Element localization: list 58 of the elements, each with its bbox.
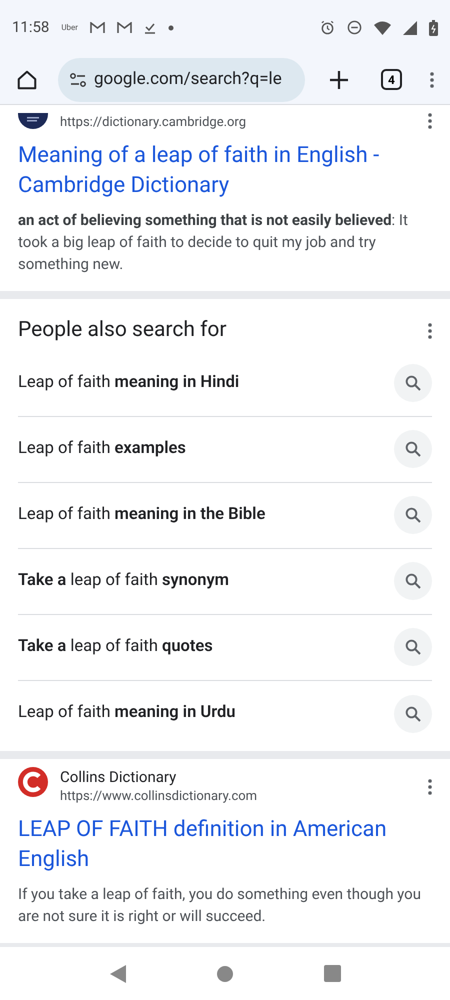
more-options-icon[interactable] — [428, 113, 432, 129]
search-button[interactable] — [394, 364, 432, 402]
back-icon[interactable] — [110, 964, 126, 982]
more-options-icon[interactable] — [428, 322, 432, 339]
section-heading: People also search for — [18, 317, 227, 344]
related-search-text: Take a leap of faith quotes — [18, 636, 213, 658]
url-text: google.com/search?q=le — [94, 68, 282, 91]
alarm-icon — [320, 20, 335, 35]
related-search-item[interactable]: Leap of faith examples — [18, 416, 432, 482]
result-title-link[interactable]: Meaning of a leap of faith in English - Cambridge Dictionary — [18, 141, 432, 201]
search-button[interactable] — [394, 628, 432, 666]
search-icon — [405, 573, 421, 589]
wifi-icon — [374, 20, 391, 34]
result-snippet: an act of believing something that is not easily believed: It took a big leap of faith to decide to quit my job and try something new. — [18, 210, 409, 275]
site-settings-icon[interactable] — [70, 72, 86, 86]
notification-text: Uber — [61, 22, 78, 34]
address-bar[interactable]: google.com/search?q=le — [58, 58, 305, 102]
home-icon[interactable] — [16, 68, 38, 90]
site-url: https://www.collinsdictionary.com — [60, 788, 258, 806]
site-name: Collins Dictionary — [60, 766, 178, 786]
related-search-text: Leap of faith meaning in Hindi — [18, 372, 240, 394]
home-button-icon[interactable] — [216, 966, 232, 982]
search-button[interactable] — [394, 562, 432, 600]
dot-icon — [168, 24, 174, 30]
mail-icon — [90, 22, 105, 34]
site-url: https://dictionary.cambridge.org — [60, 114, 248, 132]
result-snippet: If you take a leap of faith, you do something even though you are not sure it is right or will succeed. — [18, 884, 422, 926]
tab-count-button[interactable]: 4 — [381, 69, 402, 90]
result-title-link[interactable]: LEAP OF FAITH definition in American English — [18, 814, 432, 874]
related-search-text: Leap of faith meaning in the Bible — [18, 504, 266, 526]
search-icon — [405, 706, 421, 722]
search-icon — [405, 507, 421, 523]
search-button[interactable] — [394, 496, 432, 534]
mail-icon — [117, 22, 132, 34]
status-time: 11:58 — [12, 17, 50, 38]
download-done-icon — [144, 22, 156, 34]
related-search-item[interactable]: Take a leap of faith synonym — [18, 548, 432, 614]
do-not-disturb-icon — [347, 20, 362, 35]
search-icon — [405, 375, 421, 391]
browser-menu-icon[interactable] — [430, 72, 434, 88]
related-search-text: Leap of faith examples — [18, 438, 186, 460]
related-search-item[interactable]: Take a leap of faith quotes — [18, 614, 432, 680]
search-button[interactable] — [394, 694, 432, 732]
site-logo-icon — [18, 766, 48, 796]
new-tab-icon[interactable] — [329, 70, 349, 90]
battery-icon — [429, 20, 438, 36]
more-options-icon[interactable] — [428, 778, 432, 794]
search-button[interactable] — [394, 430, 432, 468]
search-icon — [405, 441, 421, 457]
search-icon — [405, 639, 421, 655]
related-search-item[interactable]: Leap of faith meaning in the Bible — [18, 482, 432, 548]
related-search-item[interactable]: Leap of faith meaning in Hindi — [18, 350, 432, 416]
signal-icon — [403, 20, 417, 34]
related-search-text: Take a leap of faith synonym — [18, 570, 229, 592]
related-search-text: Leap of faith meaning in Urdu — [18, 702, 236, 724]
related-search-item[interactable]: Leap of faith meaning in Urdu — [18, 680, 432, 746]
recents-icon[interactable] — [324, 965, 340, 982]
site-logo-icon — [18, 113, 48, 129]
